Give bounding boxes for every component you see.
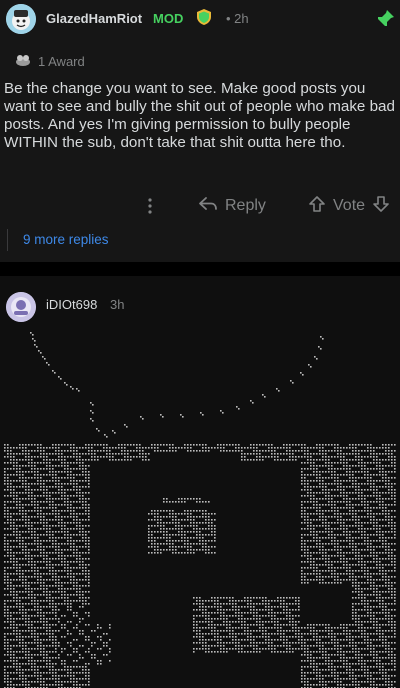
thread-line[interactable] bbox=[7, 229, 8, 251]
mod-tag: MOD bbox=[153, 11, 184, 26]
mod-shield-icon bbox=[195, 8, 213, 26]
vote-label: Vote bbox=[333, 197, 366, 214]
avatar[interactable] bbox=[6, 4, 36, 34]
comment-body: Be the change you want to see. Make good… bbox=[4, 80, 395, 151]
award-icon bbox=[14, 53, 32, 67]
comment-separator bbox=[0, 262, 400, 276]
comment-time: • 2h bbox=[226, 11, 249, 26]
pin-icon bbox=[375, 9, 395, 29]
reply-button[interactable]: Reply bbox=[198, 195, 266, 217]
more-options-icon[interactable] bbox=[144, 196, 156, 216]
award-count[interactable]: 1 Award bbox=[38, 54, 85, 69]
more-replies-link[interactable]: 9 more replies bbox=[23, 232, 109, 247]
reply-label: Reply bbox=[225, 197, 266, 214]
comment-username[interactable]: GlazedHamRiot bbox=[46, 11, 142, 26]
reply-arrow-icon bbox=[198, 196, 218, 217]
vote-control: Vote bbox=[308, 195, 390, 217]
downvote-icon[interactable] bbox=[372, 195, 390, 218]
reply-avatar[interactable] bbox=[6, 292, 36, 322]
upvote-icon[interactable] bbox=[308, 195, 326, 218]
reply-time: 3h bbox=[110, 297, 125, 312]
ascii-art bbox=[4, 332, 396, 688]
reply-username[interactable]: iDIOt698 bbox=[46, 297, 97, 312]
